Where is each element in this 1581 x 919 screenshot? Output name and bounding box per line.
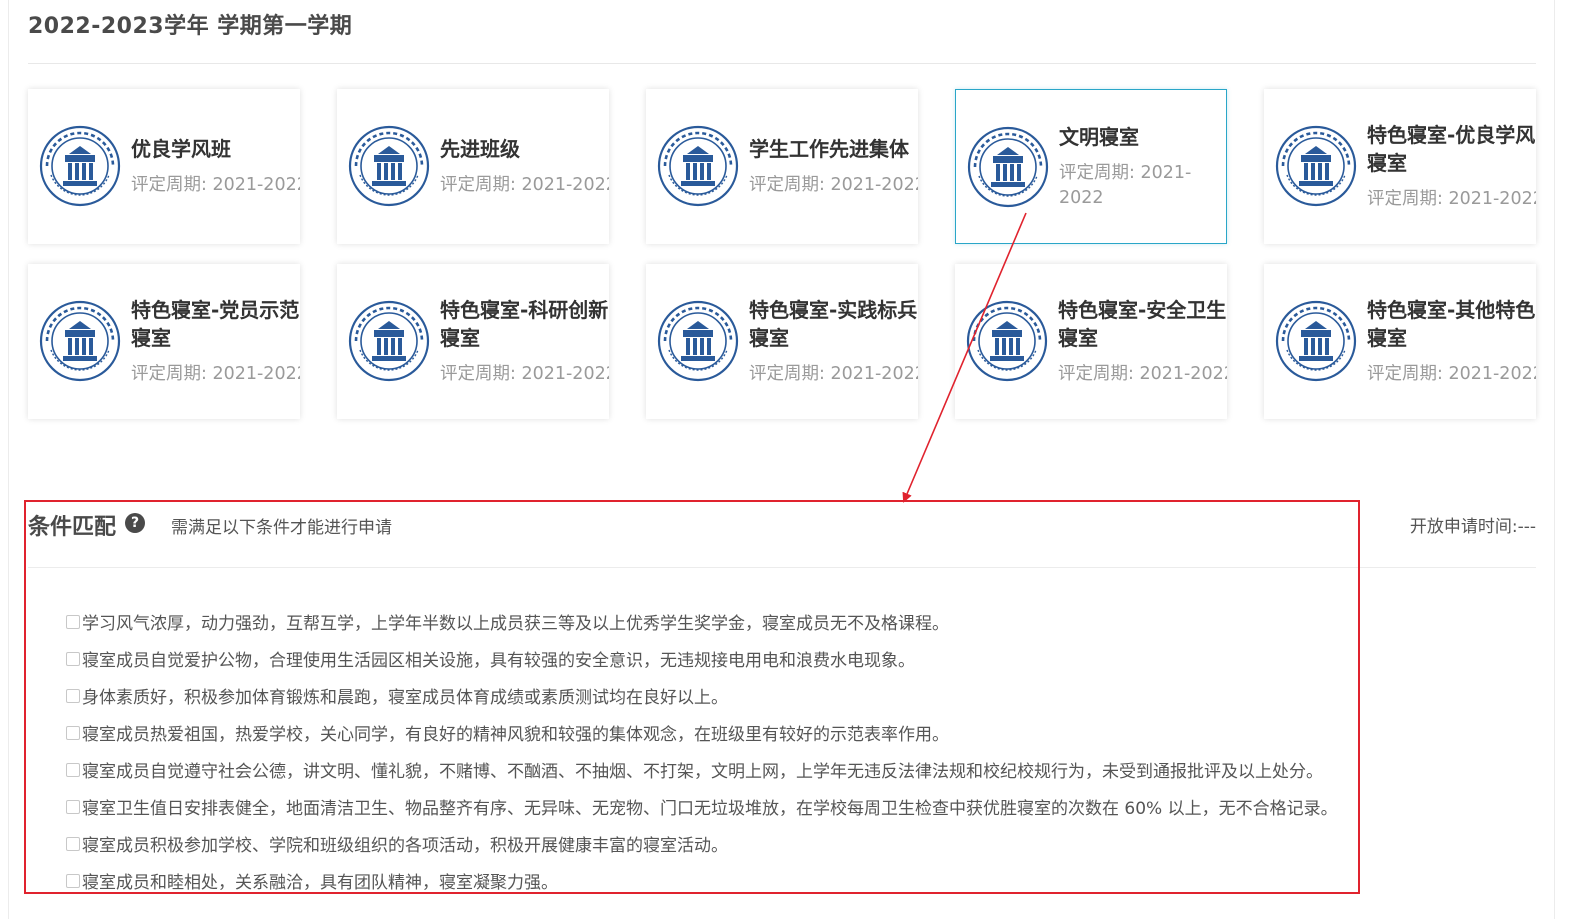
- award-card-name: 特色寝室-科研创新寝室: [440, 298, 609, 350]
- condition-text: 学习风气浓厚，动力强劲，互帮互学，上学年半数以上成员获三等及以上优秀学生奖学金，…: [82, 614, 949, 634]
- condition-item[interactable]: 学习风气浓厚，动力强劲，互帮互学，上学年半数以上成员获三等及以上优秀学生奖学金，…: [66, 603, 1338, 640]
- university-seal-icon: [348, 125, 430, 207]
- award-card-text: 文明寝室评定周期: 2021-2022: [1059, 90, 1226, 243]
- award-card-period: 评定周期: 2021-2022: [440, 175, 609, 195]
- award-card-text: 特色寝室-党员示范寝室评定周期: 2021-2022: [131, 264, 300, 419]
- award-card-text: 特色寝室-优良学风寝室评定周期: 2021-2022: [1367, 89, 1536, 244]
- award-card-text: 特色寝室-实践标兵寝室评定周期: 2021-2022: [749, 264, 918, 419]
- award-card-period: 评定周期: 2021-2022: [1058, 364, 1227, 384]
- award-card[interactable]: 先进班级评定周期: 2021-2022: [337, 89, 609, 244]
- university-seal-icon: [348, 300, 430, 382]
- condition-checkbox[interactable]: [66, 725, 80, 740]
- award-card-text: 优良学风班评定周期: 2021-2022: [131, 89, 300, 244]
- condition-checkbox[interactable]: [66, 688, 80, 703]
- conditions-divider: [28, 567, 1536, 568]
- award-card-period: 评定周期: 2021-2022: [131, 175, 300, 195]
- university-seal-icon: [39, 125, 121, 207]
- condition-item[interactable]: 寝室成员和睦相处，关系融洽，具有团队精神，寝室凝聚力强。: [66, 862, 1338, 899]
- open-application-time: 开放申请时间:---: [1409, 517, 1536, 537]
- award-card[interactable]: 特色寝室-优良学风寝室评定周期: 2021-2022: [1264, 89, 1536, 244]
- award-card-text: 特色寝室-其他特色寝室评定周期: 2021-2022: [1367, 264, 1536, 419]
- award-card-name: 文明寝室: [1059, 124, 1139, 149]
- award-card-name: 先进班级: [440, 137, 520, 161]
- conditions-hint: 需满足以下条件才能进行申请: [171, 518, 392, 538]
- award-card[interactable]: 特色寝室-安全卫生寝室评定周期: 2021-2022: [955, 264, 1227, 419]
- award-card-period: 评定周期: 2021-2022: [1367, 364, 1536, 384]
- university-seal-icon: [657, 300, 739, 382]
- award-card[interactable]: 优良学风班评定周期: 2021-2022: [28, 89, 300, 244]
- university-seal-icon: [1275, 125, 1357, 207]
- award-card-name: 优良学风班: [131, 137, 231, 161]
- award-card-text: 特色寝室-安全卫生寝室评定周期: 2021-2022: [1058, 264, 1227, 419]
- condition-text: 身体素质好，积极参加体育锻炼和晨跑，寝室成员体育成绩或素质测试均在良好以上。: [82, 688, 728, 708]
- award-card-name: 特色寝室-其他特色寝室: [1367, 298, 1536, 350]
- award-card-period: 评定周期: 2021-2022: [1059, 162, 1192, 208]
- university-seal-icon: [967, 126, 1049, 208]
- award-card-text: 学生工作先进集体评定周期: 2021-2022: [749, 89, 918, 244]
- condition-item[interactable]: 寝室成员自觉遵守社会公德，讲文明、懂礼貌，不赌博、不酗酒、不抽烟、不打架，文明上…: [66, 751, 1338, 788]
- award-card-name: 特色寝室-优良学风寝室: [1367, 123, 1536, 175]
- condition-text: 寝室成员积极参加学校、学院和班级组织的各项活动，积极开展健康丰富的寝室活动。: [82, 836, 728, 856]
- condition-item[interactable]: 寝室成员热爱祖国，热爱学校，关心同学，有良好的精神风貌和较强的集体观念，在班级里…: [66, 714, 1338, 751]
- condition-checkbox[interactable]: [66, 614, 80, 629]
- condition-text: 寝室卫生值日安排表健全，地面清洁卫生、物品整齐有序、无异味、无宠物、门口无垃圾堆…: [82, 799, 1338, 819]
- condition-checkbox[interactable]: [66, 799, 80, 814]
- award-card[interactable]: 文明寝室评定周期: 2021-2022: [955, 89, 1227, 244]
- award-card-period: 评定周期: 2021-2022: [131, 364, 300, 384]
- award-card-text: 特色寝室-科研创新寝室评定周期: 2021-2022: [440, 264, 609, 419]
- condition-item[interactable]: 身体素质好，积极参加体育锻炼和晨跑，寝室成员体育成绩或素质测试均在良好以上。: [66, 677, 1338, 714]
- university-seal-icon: [966, 300, 1048, 382]
- condition-text: 寝室成员和睦相处，关系融洽，具有团队精神，寝室凝聚力强。: [82, 873, 558, 893]
- condition-text: 寝室成员自觉遵守社会公德，讲文明、懂礼貌，不赌博、不酗酒、不抽烟、不打架，文明上…: [82, 762, 1323, 782]
- condition-checkbox[interactable]: [66, 873, 80, 888]
- award-card[interactable]: 特色寝室-实践标兵寝室评定周期: 2021-2022: [646, 264, 918, 419]
- condition-checkbox[interactable]: [66, 762, 80, 777]
- award-card-name: 特色寝室-安全卫生寝室: [1058, 298, 1227, 350]
- condition-checkbox[interactable]: [66, 836, 80, 851]
- award-card[interactable]: 学生工作先进集体评定周期: 2021-2022: [646, 89, 918, 244]
- award-card-text: 先进班级评定周期: 2021-2022: [440, 89, 609, 244]
- award-card-period: 评定周期: 2021-2022: [749, 175, 918, 195]
- conditions-title: 条件匹配: [28, 515, 117, 540]
- question-circle-icon[interactable]: ?: [125, 513, 145, 533]
- award-card[interactable]: 特色寝室-科研创新寝室评定周期: 2021-2022: [337, 264, 609, 419]
- award-card-name: 学生工作先进集体: [749, 137, 909, 161]
- university-seal-icon: [39, 300, 121, 382]
- university-seal-icon: [657, 125, 739, 207]
- title-divider: [28, 63, 1536, 64]
- award-card-name: 特色寝室-实践标兵寝室: [749, 298, 918, 350]
- award-card[interactable]: 特色寝室-其他特色寝室评定周期: 2021-2022: [1264, 264, 1536, 419]
- award-card-period: 评定周期: 2021-2022: [749, 364, 918, 384]
- condition-text: 寝室成员自觉爱护公物，合理使用生活园区相关设施，具有较强的安全意识，无违规接电用…: [82, 651, 915, 671]
- condition-text: 寝室成员热爱祖国，热爱学校，关心同学，有良好的精神风貌和较强的集体观念，在班级里…: [82, 725, 949, 745]
- page-title: 2022-2023学年 学期第一学期: [28, 14, 353, 39]
- condition-item[interactable]: 寝室卫生值日安排表健全，地面清洁卫生、物品整齐有序、无异味、无宠物、门口无垃圾堆…: [66, 788, 1338, 825]
- award-card-name: 特色寝室-党员示范寝室: [131, 298, 300, 350]
- award-card-period: 评定周期: 2021-2022: [440, 364, 609, 384]
- condition-checkbox[interactable]: [66, 651, 80, 666]
- award-card[interactable]: 特色寝室-党员示范寝室评定周期: 2021-2022: [28, 264, 300, 419]
- conditions-list: 学习风气浓厚，动力强劲，互帮互学，上学年半数以上成员获三等及以上优秀学生奖学金，…: [66, 603, 1338, 899]
- condition-item[interactable]: 寝室成员自觉爱护公物，合理使用生活园区相关设施，具有较强的安全意识，无违规接电用…: [66, 640, 1338, 677]
- award-card-period: 评定周期: 2021-2022: [1367, 189, 1536, 209]
- condition-item[interactable]: 寝室成员积极参加学校、学院和班级组织的各项活动，积极开展健康丰富的寝室活动。: [66, 825, 1338, 862]
- university-seal-icon: [1275, 300, 1357, 382]
